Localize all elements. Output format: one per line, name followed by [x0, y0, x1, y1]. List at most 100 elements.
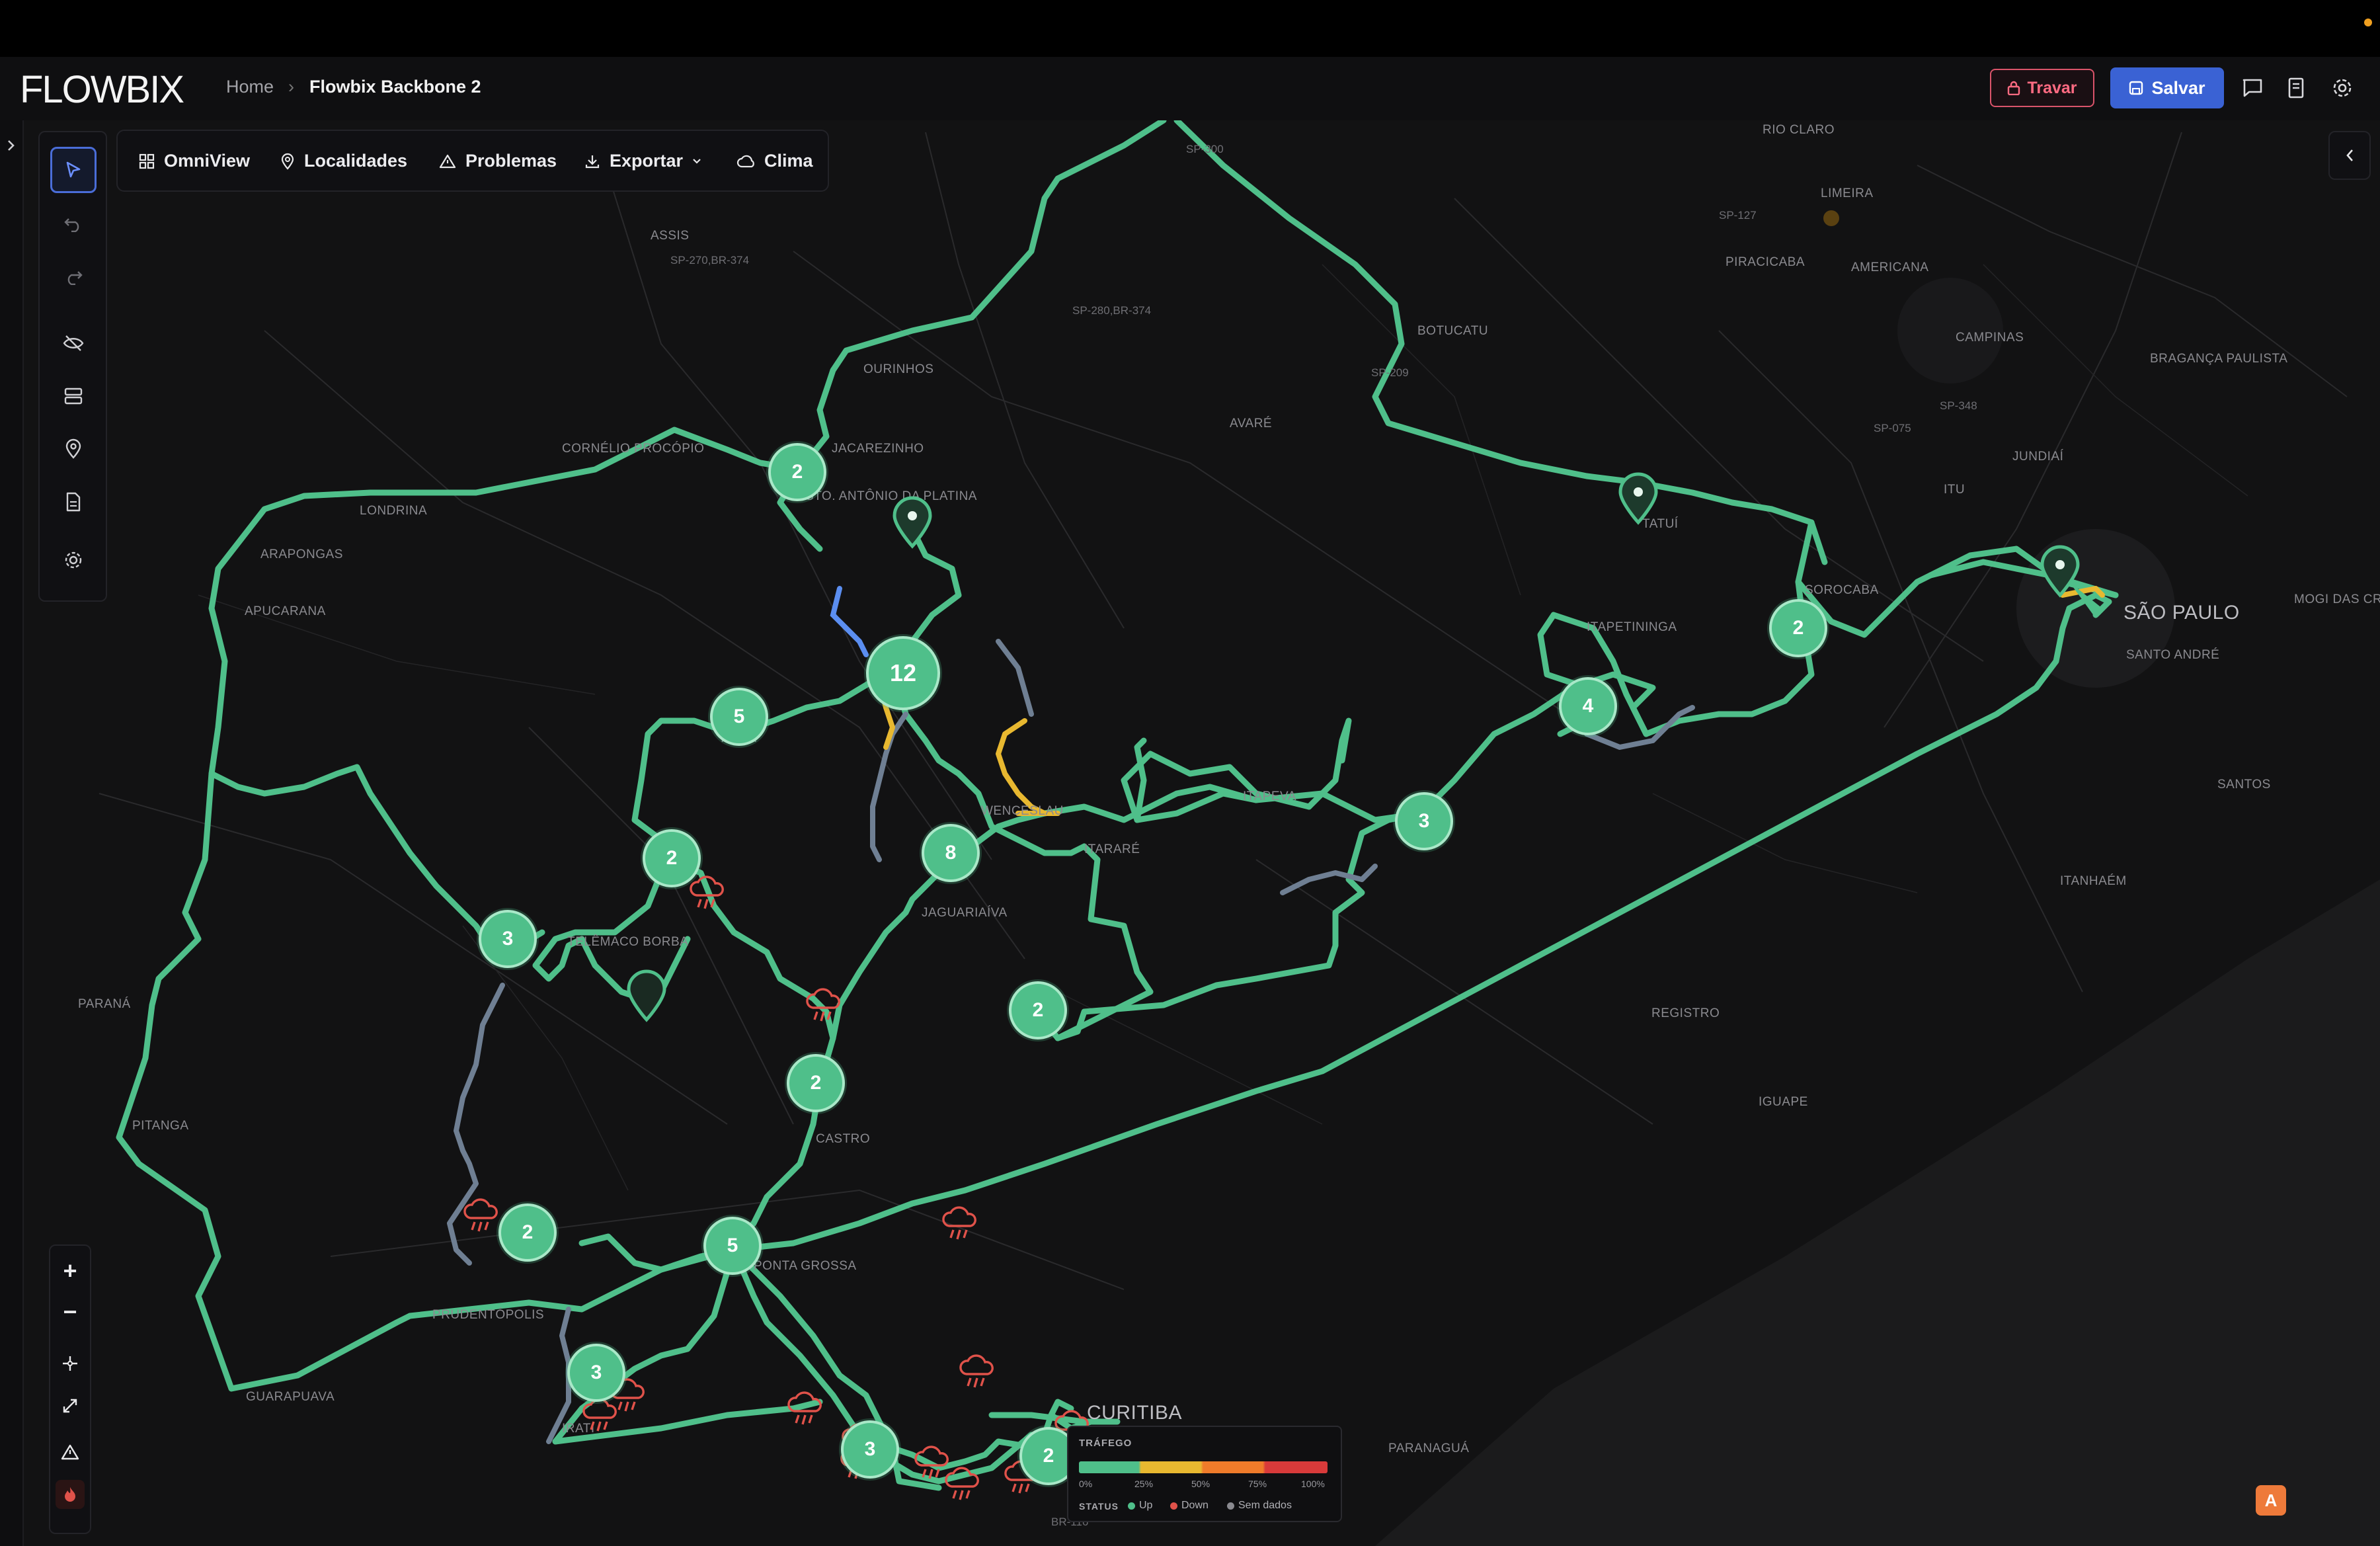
city-label: CURITIBA — [1087, 1402, 1183, 1424]
user-avatar[interactable]: A — [2256, 1485, 2286, 1516]
legend-tick: 50% — [1191, 1479, 1210, 1489]
city-label: IGUAPE — [1759, 1095, 1808, 1109]
system-status-bar — [0, 0, 2380, 57]
storm-icon[interactable] — [580, 1398, 620, 1435]
tab-label: OmniView — [164, 151, 251, 171]
city-label: BRAGANÇA PAULISTA — [2150, 352, 2288, 366]
tab-label: Clima — [764, 151, 813, 171]
zoom-in-button[interactable]: + — [57, 1257, 83, 1284]
locations-button[interactable] — [50, 426, 97, 472]
undo-button[interactable] — [50, 201, 97, 247]
heatmap-toggle-button[interactable] — [56, 1480, 85, 1509]
city-label: CASTRO — [816, 1132, 871, 1146]
breadcrumb-separator: › — [288, 77, 294, 97]
node-cluster[interactable]: 2 — [1009, 981, 1067, 1039]
tab-clima[interactable]: Clima — [736, 151, 813, 171]
save-button[interactable]: Salvar — [2110, 67, 2224, 108]
notebook-icon[interactable] — [2282, 74, 2310, 102]
node-cluster[interactable]: 3 — [841, 1420, 899, 1479]
city-label: CAMPINAS — [1956, 331, 2024, 345]
node-cluster[interactable]: 3 — [567, 1344, 625, 1402]
chevron-down-icon — [693, 158, 701, 164]
city-label: APUCARANA — [245, 604, 326, 618]
node-cluster[interactable]: 2 — [498, 1203, 557, 1262]
location-pin-icon[interactable] — [1616, 472, 1660, 525]
tab-label: Localidades — [304, 151, 408, 171]
redo-button[interactable] — [50, 254, 97, 300]
node-cluster[interactable]: 2 — [643, 829, 701, 887]
map-settings-button[interactable] — [50, 537, 97, 583]
chevron-right-icon[interactable] — [7, 139, 16, 152]
tab-localidades[interactable]: Localidades — [280, 151, 407, 171]
city-label: JUNDIAÍ — [2012, 450, 2064, 464]
road-label: SP-300 — [1186, 143, 1224, 155]
road-label: SP-280,BR-374 — [1072, 304, 1152, 317]
city-label: ITU — [1944, 483, 1965, 497]
node-cluster[interactable]: 2 — [768, 443, 826, 501]
storm-icon[interactable] — [461, 1198, 501, 1235]
tab-label: Problemas — [465, 151, 557, 171]
node-cluster[interactable]: 2 — [787, 1054, 845, 1112]
node-cluster[interactable]: 3 — [479, 910, 537, 968]
undo-icon — [64, 218, 79, 232]
app-header: FLOWBIX Home › Flowbix Backbone 2 Travar… — [0, 57, 2380, 122]
eye-off-icon — [63, 335, 84, 351]
city-label: JAGUARIAÍVA — [922, 906, 1008, 920]
storm-icon[interactable] — [957, 1354, 997, 1391]
breadcrumb-home[interactable]: Home — [226, 77, 274, 97]
network-map[interactable]: RIO CLARO LIMEIRA PIRACICABA AMERICANA C… — [0, 120, 2380, 1546]
gear-icon[interactable] — [2328, 74, 2356, 102]
node-cluster[interactable]: 5 — [703, 1217, 762, 1275]
status-dot — [1128, 1502, 1135, 1510]
chat-icon[interactable] — [2239, 74, 2266, 102]
sidebar-collapsed-strip — [0, 120, 24, 1546]
city-label: ITAPETININGA — [1587, 620, 1677, 634]
node-cluster[interactable]: 8 — [922, 824, 980, 882]
lock-button[interactable]: Travar — [1990, 69, 2094, 107]
city-label: JACAREZINHO — [832, 442, 924, 456]
tab-exportar[interactable]: Exportar — [584, 151, 701, 171]
node-cluster[interactable]: 4 — [1559, 677, 1617, 735]
city-label: PONTA GROSSA — [754, 1259, 857, 1273]
storm-icon[interactable] — [943, 1467, 982, 1504]
location-pin-icon[interactable] — [2038, 545, 2082, 598]
alerts-button[interactable] — [57, 1439, 83, 1465]
location-pin-icon[interactable] — [891, 496, 934, 549]
node-cluster[interactable]: 3 — [1395, 792, 1453, 850]
right-panel-toggle[interactable] — [2328, 131, 2371, 180]
layers-icon — [64, 387, 83, 405]
city-label: PIRACICABA — [1726, 255, 1805, 269]
tab-problemas[interactable]: Problemas — [439, 151, 557, 171]
zoom-out-button[interactable]: − — [57, 1298, 83, 1325]
fullscreen-button[interactable] — [57, 1393, 83, 1419]
app-logo[interactable]: FLOWBIX — [20, 67, 184, 112]
warning-triangle-icon — [439, 154, 456, 168]
status-label: Sem dados — [1238, 1500, 1292, 1511]
document-icon — [66, 492, 81, 512]
city-label: ASSIS — [651, 229, 690, 243]
chevron-left-icon — [2346, 149, 2353, 161]
lock-icon — [2008, 81, 2020, 95]
recording-dot — [2364, 19, 2372, 26]
tab-label: Exportar — [610, 151, 684, 171]
tab-omniview[interactable]: OmniView — [139, 151, 250, 171]
grid-icon — [139, 153, 155, 169]
visibility-toggle-button[interactable] — [50, 320, 97, 366]
map-pin-icon — [65, 438, 81, 459]
node-cluster[interactable]: 12 — [866, 636, 940, 710]
reports-button[interactable] — [50, 479, 97, 525]
location-pin-icon[interactable] — [625, 969, 668, 1022]
map-toolbar: OmniView Localidades Problemas Exportar … — [116, 130, 829, 192]
node-cluster[interactable]: 2 — [1769, 599, 1827, 657]
recenter-button[interactable] — [57, 1350, 83, 1377]
storm-icon[interactable] — [785, 1391, 825, 1428]
legend-status-title: STATUS — [1079, 1501, 1119, 1512]
storm-icon[interactable] — [688, 875, 727, 913]
storm-icon[interactable] — [940, 1206, 980, 1243]
edit-toolbar — [38, 131, 107, 602]
storm-icon[interactable] — [804, 988, 844, 1025]
select-tool-button[interactable] — [50, 147, 97, 193]
legend-tick: 100% — [1301, 1479, 1325, 1489]
layers-button[interactable] — [50, 373, 97, 419]
node-cluster[interactable]: 5 — [710, 688, 768, 746]
